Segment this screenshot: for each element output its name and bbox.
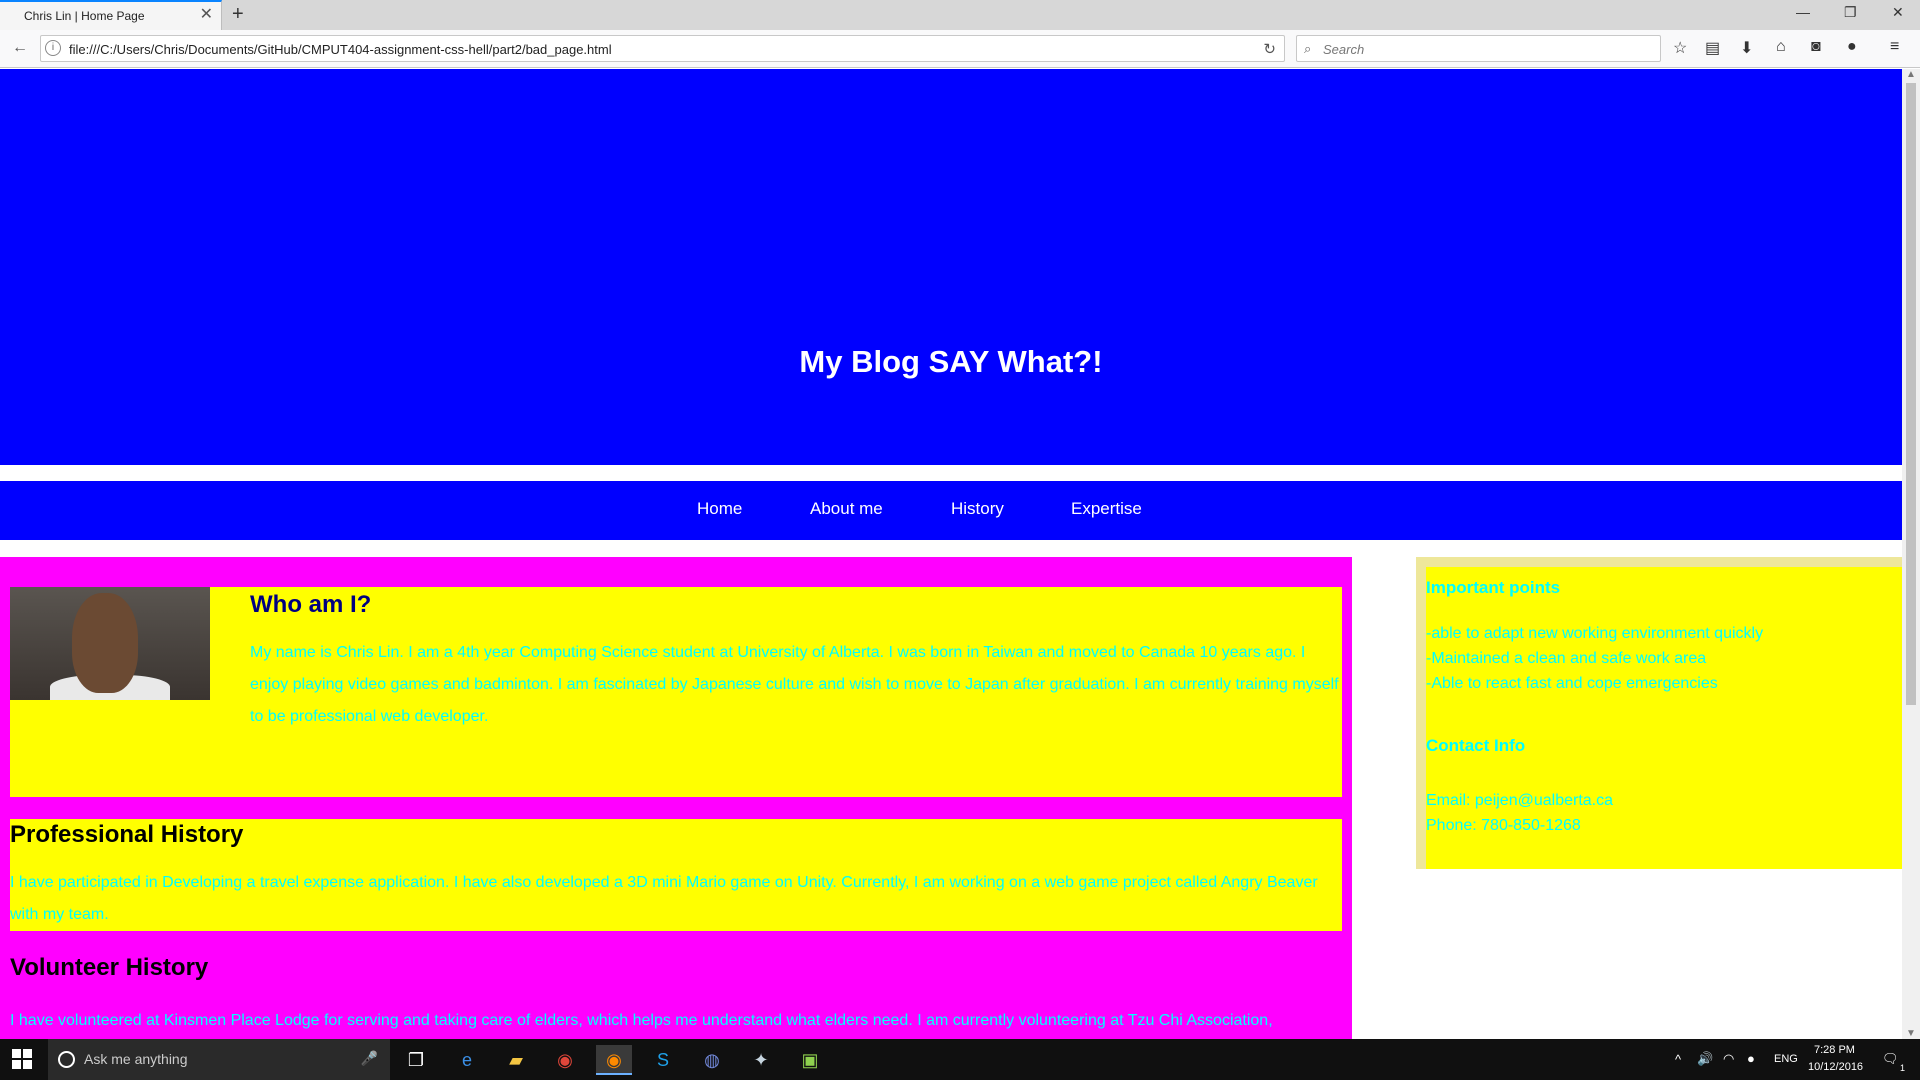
nav-home[interactable]: Home	[697, 499, 742, 519]
windows-taskbar: Ask me anything 🎤 ❐ e ▰ ◉ ◉ S ◍ ✦ ▣ ^ 🔊 …	[0, 1039, 1920, 1080]
scroll-thumb[interactable]	[1906, 83, 1916, 705]
point-item: -Maintained a clean and safe work area	[1426, 650, 1707, 667]
close-tab-icon[interactable]: ✕	[200, 7, 213, 23]
scroll-up-icon[interactable]: ▲	[1906, 69, 1916, 80]
site-nav: Home About me History Expertise	[0, 481, 1902, 540]
browser-toolbar: ← i file:///C:/Users/Chris/Documents/Git…	[0, 30, 1920, 68]
professional-text: I have participated in Developing a trav…	[10, 874, 1318, 923]
steam-icon[interactable]: ✦	[743, 1045, 779, 1075]
tab-title: Chris Lin | Home Page	[24, 9, 145, 23]
maximize-button[interactable]: ❐	[1844, 4, 1857, 21]
site-header: My Blog SAY What?!	[0, 69, 1902, 465]
firefox-icon[interactable]: ◉	[596, 1045, 632, 1075]
who-text: My name is Chris Lin. I am a 4th year Co…	[250, 644, 1339, 725]
nav-expertise[interactable]: Expertise	[1071, 499, 1142, 519]
nav-history[interactable]: History	[951, 499, 1004, 519]
reload-icon[interactable]: ↻	[1263, 40, 1276, 58]
search-bar[interactable]: ⌕ Search	[1296, 35, 1661, 62]
bookmark-star-icon[interactable]: ☆	[1673, 38, 1687, 58]
contact-email: Email: peijen@ualberta.ca	[1426, 792, 1614, 809]
nav-about-me[interactable]: About me	[810, 499, 883, 519]
discord-icon[interactable]: ◍	[694, 1045, 730, 1075]
sidebar: Important points -able to adapt new work…	[1416, 557, 1902, 869]
reading-list-icon[interactable]: ▤	[1705, 38, 1720, 58]
professional-section: Professional History I have participated…	[10, 819, 1342, 931]
address-bar[interactable]: i file:///C:/Users/Chris/Documents/GitHu…	[40, 35, 1285, 62]
cortana-placeholder: Ask me anything	[84, 1051, 188, 1067]
profile-photo	[10, 587, 210, 700]
edge-icon[interactable]: e	[449, 1045, 485, 1075]
info-icon[interactable]: i	[45, 40, 61, 56]
app-tray-icon[interactable]: ●	[1747, 1051, 1755, 1066]
page-viewport: My Blog SAY What?! Home About me History…	[0, 69, 1902, 1039]
clock-time[interactable]: 7:28 PM	[1814, 1044, 1855, 1056]
extension-icon[interactable]: ●	[1847, 38, 1857, 56]
search-icon: ⌕	[1304, 41, 1312, 56]
new-tab-button[interactable]: +	[232, 3, 244, 25]
professional-title: Professional History	[10, 821, 244, 848]
chrome-icon[interactable]: ◉	[547, 1045, 583, 1075]
contact-info-title: Contact Info	[1426, 736, 1526, 755]
volume-icon[interactable]: 🔊	[1697, 1051, 1713, 1067]
point-item: -able to adapt new working environment q…	[1426, 625, 1764, 642]
browser-tab[interactable]: Chris Lin | Home Page ✕	[0, 0, 222, 30]
clock-date[interactable]: 10/12/2016	[1808, 1061, 1863, 1073]
cortana-icon	[58, 1051, 75, 1068]
home-icon[interactable]: ⌂	[1776, 38, 1786, 56]
language-indicator[interactable]: ENG	[1774, 1053, 1798, 1065]
important-points-title: Important points	[1426, 578, 1561, 597]
tab-bar: Chris Lin | Home Page ✕ + — ❐ ✕	[0, 0, 1920, 30]
download-icon[interactable]: ⬇	[1740, 38, 1753, 58]
search-placeholder: Search	[1323, 42, 1365, 57]
who-section: Who am I? My name is Chris Lin. I am a 4…	[10, 587, 1342, 797]
page-scrollbar[interactable]: ▲ ▼	[1902, 69, 1920, 1039]
start-button[interactable]	[12, 1049, 32, 1069]
close-window-button[interactable]: ✕	[1892, 4, 1904, 21]
cortana-search[interactable]: Ask me anything 🎤	[48, 1039, 390, 1080]
contact-phone: Phone: 780-850-1268	[1426, 817, 1581, 834]
url-text[interactable]: file:///C:/Users/Chris/Documents/GitHub/…	[69, 42, 612, 57]
skype-icon[interactable]: S	[645, 1045, 681, 1075]
point-item: -Able to react fast and cope emergencies	[1426, 675, 1718, 692]
back-arrow-icon[interactable]: ←	[12, 39, 28, 57]
pocket-icon[interactable]: ◙	[1811, 38, 1821, 56]
notification-icon[interactable]: 🗨	[1882, 1051, 1899, 1067]
main-content: Who am I? My name is Chris Lin. I am a 4…	[0, 557, 1352, 1039]
microphone-icon[interactable]: 🎤	[361, 1050, 378, 1067]
volunteer-title: Volunteer History	[10, 954, 209, 981]
notification-count: 1	[1900, 1063, 1906, 1073]
who-title: Who am I?	[250, 591, 372, 618]
volunteer-text: I have volunteered at Kinsmen Place Lodg…	[10, 1012, 1273, 1029]
menu-icon[interactable]: ≡	[1890, 38, 1899, 56]
minimize-button[interactable]: —	[1796, 4, 1810, 20]
scroll-down-icon[interactable]: ▼	[1906, 1028, 1916, 1039]
file-explorer-icon[interactable]: ▰	[498, 1045, 534, 1075]
task-view-icon[interactable]: ❐	[398, 1045, 434, 1075]
tray-expand-icon[interactable]: ^	[1675, 1052, 1681, 1067]
notepad-icon[interactable]: ▣	[792, 1045, 828, 1075]
site-title: My Blog SAY What?!	[799, 344, 1103, 379]
network-icon[interactable]: ◠	[1723, 1051, 1734, 1067]
